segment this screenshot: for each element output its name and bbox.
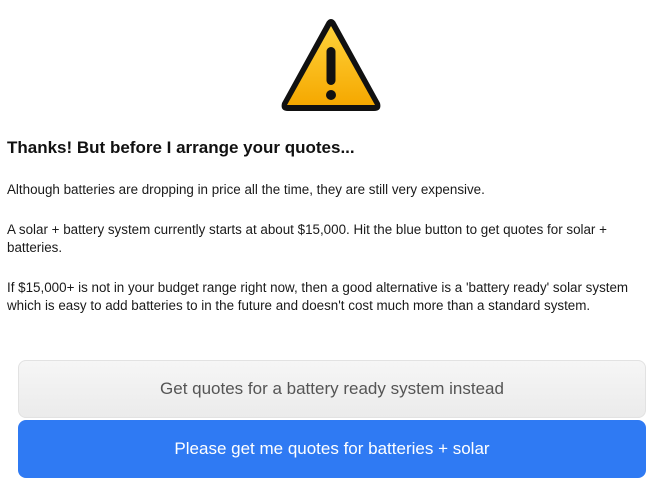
battery-ready-quotes-button[interactable]: Get quotes for a battery ready system in… bbox=[18, 360, 646, 418]
batteries-solar-quotes-button[interactable]: Please get me quotes for batteries + sol… bbox=[18, 420, 646, 478]
intro-paragraph: Although batteries are dropping in price… bbox=[7, 182, 485, 197]
battery-ready-alternative-paragraph: If $15,000+ is not in your budget range … bbox=[7, 280, 629, 313]
solar-battery-price-paragraph: A solar + battery system currently start… bbox=[7, 222, 607, 255]
warning-icon bbox=[278, 15, 384, 115]
page-heading: Thanks! But before I arrange your quotes… bbox=[7, 138, 355, 157]
